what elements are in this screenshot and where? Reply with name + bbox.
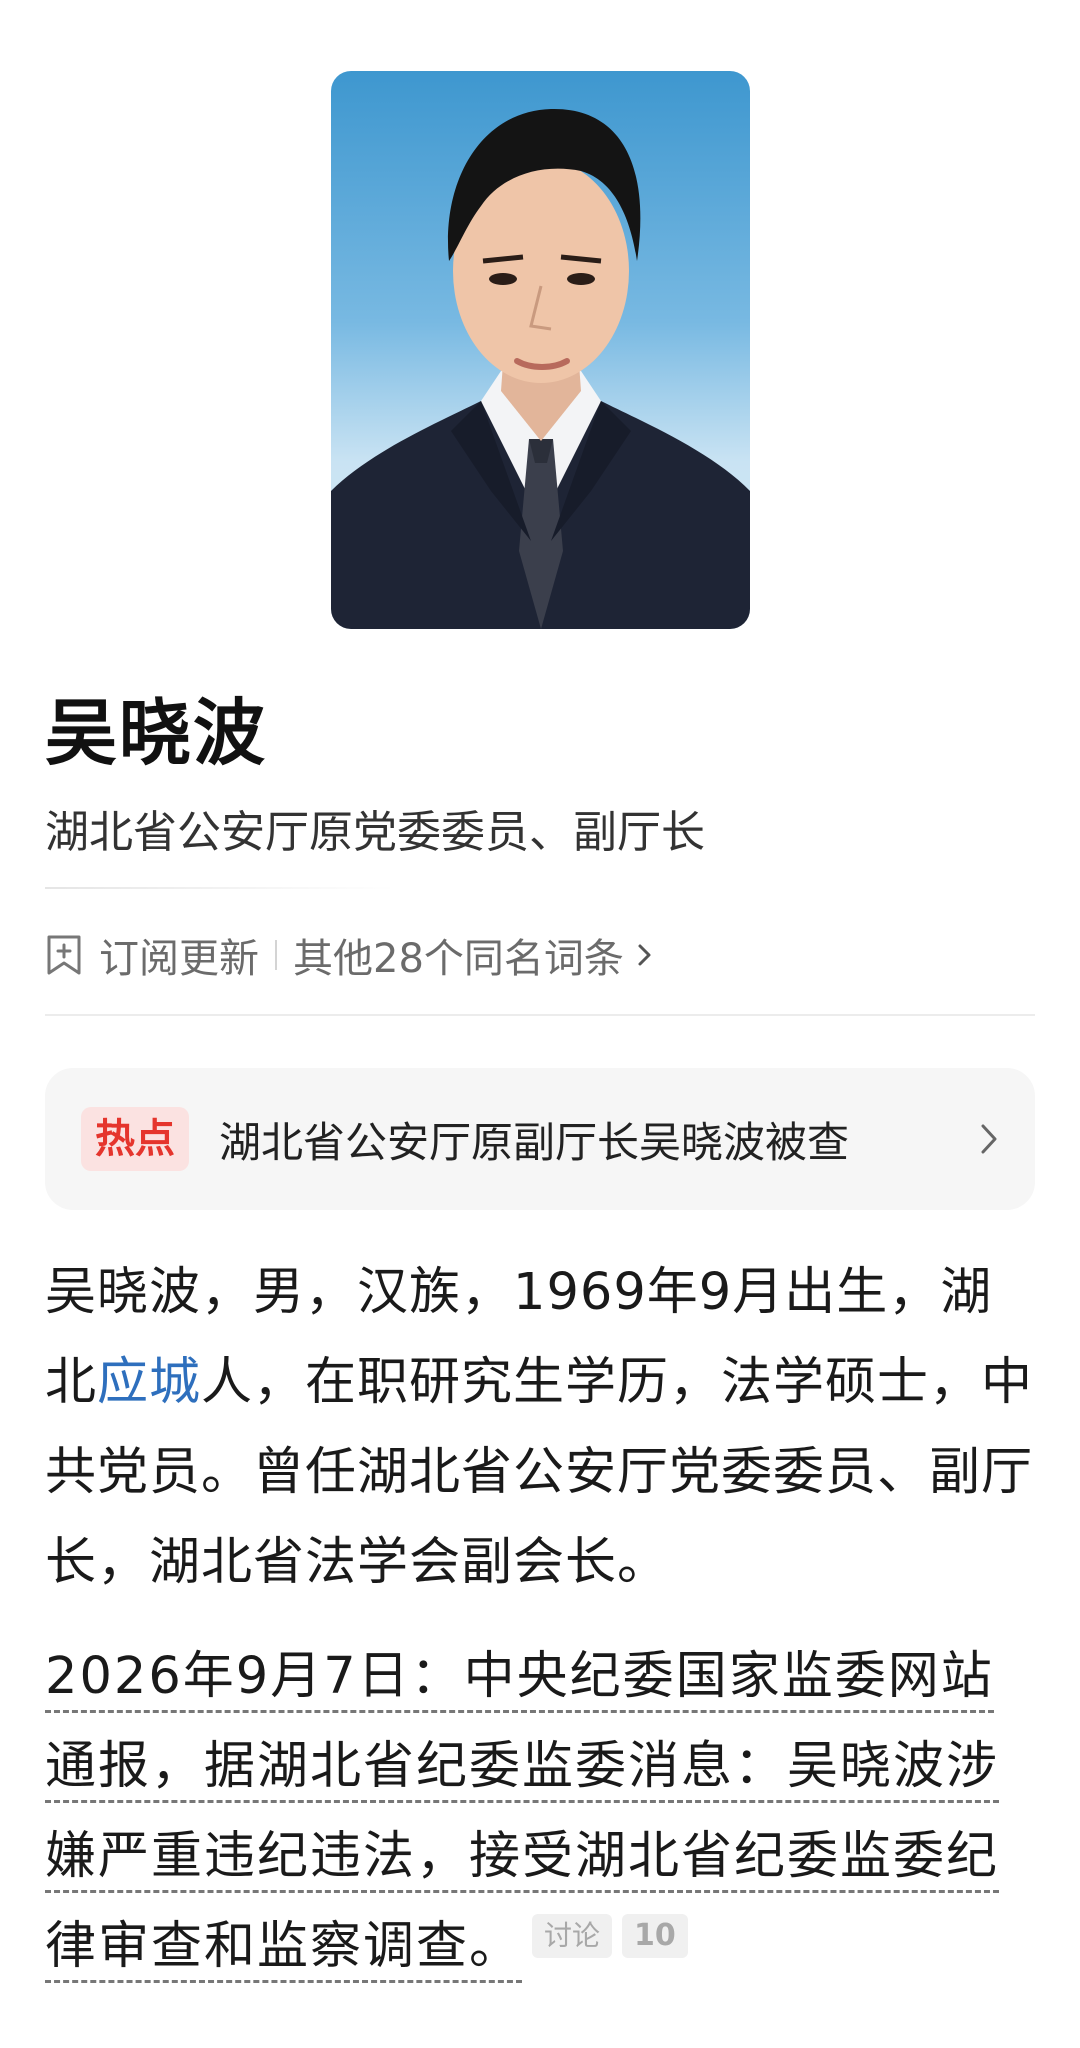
discuss-count-badge[interactable]: 10 bbox=[622, 1914, 688, 1958]
action-row: 订阅更新 其他28个同名词条 bbox=[45, 925, 656, 985]
entry-title: 吴晓波 bbox=[45, 691, 268, 775]
chevron-right-icon[interactable] bbox=[634, 938, 656, 972]
title-divider bbox=[45, 887, 395, 889]
entry-summary: 吴晓波，男，汉族，1969年9月出生，湖北应城人，在职研究生学历，法学硕士，中共… bbox=[45, 1248, 1035, 1608]
entry-subtitle: 湖北省公安厅原党委委员、副厅长 bbox=[45, 807, 705, 858]
hot-news-headline[interactable]: 湖北省公安厅原副厅长吴晓波被查 bbox=[219, 1109, 849, 1170]
portrait-illustration bbox=[331, 108, 750, 629]
news-update-text[interactable]: 2026年9月7日：中央纪委国家监委网站通报，据湖北省纪委监委消息：吴晓波涉嫌严… bbox=[45, 1647, 1000, 1983]
action-separator bbox=[275, 940, 277, 970]
chevron-right-icon[interactable] bbox=[977, 1118, 1001, 1160]
profile-photo[interactable] bbox=[331, 71, 750, 629]
hot-badge: 热点 bbox=[81, 1107, 189, 1171]
discuss-tag[interactable]: 讨论 bbox=[532, 1914, 613, 1958]
section-divider bbox=[45, 1014, 1035, 1016]
bookmark-plus-icon[interactable] bbox=[45, 933, 83, 977]
same-name-entries-link[interactable]: 其他28个同名词条 bbox=[293, 926, 624, 984]
news-update: 2026年9月7日：中央纪委国家监委网站通报，据湖北省纪委监委消息：吴晓波涉嫌严… bbox=[45, 1632, 1035, 1992]
yingcheng-link[interactable]: 应城 bbox=[97, 1353, 201, 1412]
hot-news-card[interactable]: 热点 湖北省公安厅原副厅长吴晓波被查 bbox=[45, 1068, 1035, 1210]
subscribe-button[interactable]: 订阅更新 bbox=[99, 926, 259, 984]
